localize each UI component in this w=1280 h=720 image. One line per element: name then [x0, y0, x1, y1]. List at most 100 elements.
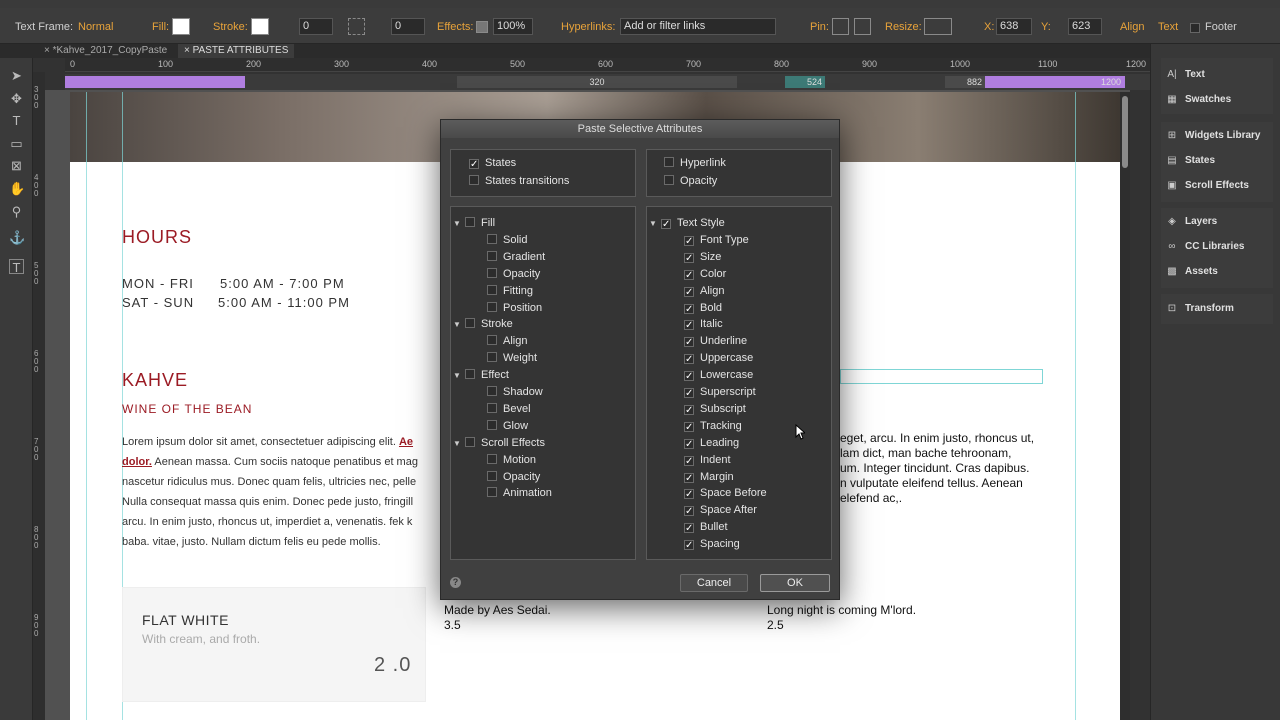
checkbox[interactable]: [465, 369, 475, 380]
checkbox[interactable]: [487, 250, 497, 261]
resize-icon[interactable]: [924, 18, 952, 35]
option-hyperlink[interactable]: Hyperlink: [664, 155, 726, 171]
text-attr-bold[interactable]: ✓ Bold: [684, 300, 722, 316]
attr-fill[interactable]: ▼ Fill: [453, 215, 495, 231]
text-attr-spacing[interactable]: ✓ Spacing: [684, 536, 740, 552]
text-attr-underline[interactable]: ✓ Underline: [684, 333, 747, 349]
checkbox[interactable]: [487, 284, 497, 295]
effects-icon[interactable]: [476, 21, 488, 33]
text-attr-color[interactable]: ✓ Color: [684, 266, 726, 282]
attr-stroke[interactable]: ▼ Stroke: [453, 316, 513, 332]
checkbox[interactable]: [465, 436, 475, 447]
align-link[interactable]: Align: [1120, 21, 1144, 33]
checkbox[interactable]: ✓: [684, 489, 694, 500]
checkbox[interactable]: ✓: [684, 269, 694, 280]
option-opacity[interactable]: Opacity: [664, 173, 717, 189]
checkbox[interactable]: [487, 267, 497, 278]
corner-radius-input[interactable]: 0: [391, 18, 425, 35]
checkbox[interactable]: ✓: [684, 388, 694, 399]
breakpoint-524[interactable]: 524: [785, 76, 825, 88]
hand-tool-icon[interactable]: ✋: [9, 181, 25, 196]
checkbox[interactable]: ✓: [684, 252, 694, 263]
tab-paste-attributes[interactable]: × PASTE ATTRIBUTES: [178, 44, 295, 58]
checkbox[interactable]: [664, 175, 674, 185]
breakpoint-mid[interactable]: 320: [457, 76, 737, 88]
panel-item-transform[interactable]: ⊡ Transform: [1165, 302, 1234, 316]
attr-effect[interactable]: ▼ Effect: [453, 367, 509, 383]
text-attr-lowercase[interactable]: ✓ Lowercase: [684, 367, 753, 383]
checkbox[interactable]: ✓: [684, 472, 694, 483]
text-attr-uppercase[interactable]: ✓ Uppercase: [684, 350, 753, 366]
crop-tool-icon[interactable]: ✥: [9, 91, 24, 106]
attr-gradient[interactable]: Gradient: [487, 249, 545, 265]
breakpoint-segment-left[interactable]: [65, 76, 245, 88]
checkbox[interactable]: [487, 453, 497, 464]
checkbox[interactable]: ✓: [684, 438, 694, 449]
checkbox[interactable]: ✓: [684, 540, 694, 551]
checkbox[interactable]: ✓: [684, 506, 694, 517]
stroke-width-input[interactable]: 0: [299, 18, 333, 35]
checkbox[interactable]: [469, 175, 479, 185]
attr-animation[interactable]: Animation: [487, 485, 552, 501]
selection-tool-icon[interactable]: ➤: [9, 68, 24, 83]
checkbox[interactable]: ✓: [684, 320, 694, 331]
attr-motion[interactable]: Motion: [487, 452, 536, 468]
disclosure-triangle-icon[interactable]: ▼: [453, 436, 465, 452]
text-attr-align[interactable]: ✓ Align: [684, 283, 724, 299]
checkbox[interactable]: ✓: [684, 354, 694, 365]
anchor-tool-icon[interactable]: ⚓: [9, 230, 25, 245]
attr-solid[interactable]: Solid: [487, 232, 527, 248]
checkbox[interactable]: [487, 487, 497, 498]
checkbox[interactable]: ✓: [684, 371, 694, 382]
text-attr-space-after[interactable]: ✓ Space After: [684, 502, 757, 518]
panel-item-cc-libraries[interactable]: ∞ CC Libraries: [1165, 240, 1244, 254]
checkbox[interactable]: [487, 386, 497, 396]
y-input[interactable]: 623: [1068, 18, 1102, 35]
inline-link[interactable]: Ae: [399, 436, 413, 448]
fill-swatch[interactable]: [172, 18, 190, 35]
checkbox[interactable]: ✓: [684, 286, 694, 297]
checkbox[interactable]: ✓: [684, 404, 694, 415]
checkbox[interactable]: [487, 352, 497, 363]
help-icon[interactable]: ?: [450, 577, 461, 588]
attr-position[interactable]: Position: [487, 300, 542, 316]
panel-item-layers[interactable]: ◈ Layers: [1165, 215, 1217, 229]
attr-bevel[interactable]: Bevel: [487, 401, 531, 417]
attr-scroll-effects[interactable]: ▼ Scroll Effects: [453, 435, 545, 451]
canvas-scrollbar[interactable]: [1120, 92, 1130, 720]
attr-glow[interactable]: Glow: [487, 418, 528, 434]
checkbox[interactable]: [487, 233, 497, 244]
option-states[interactable]: ✓ States: [469, 155, 516, 171]
selected-text-frame[interactable]: [840, 369, 1043, 384]
corner-icon[interactable]: [348, 18, 365, 35]
disclosure-triangle-icon[interactable]: ▼: [453, 317, 465, 333]
attr-shadow[interactable]: Shadow: [487, 384, 543, 400]
panel-item-text[interactable]: A| Text: [1165, 68, 1204, 82]
breakpoint-1200[interactable]: 1200: [985, 76, 1125, 88]
checkbox[interactable]: [465, 318, 475, 329]
stroke-swatch[interactable]: [251, 18, 269, 35]
checkbox[interactable]: ✓: [661, 219, 671, 230]
checkbox[interactable]: [487, 419, 497, 430]
text-attr-italic[interactable]: ✓ Italic: [684, 316, 723, 332]
text-attr-indent[interactable]: ✓ Indent: [684, 452, 731, 468]
checkbox[interactable]: [487, 470, 497, 481]
checkbox[interactable]: [487, 335, 497, 346]
scroll-thumb[interactable]: [1122, 96, 1128, 168]
option-states-transitions[interactable]: States transitions: [469, 173, 569, 189]
checkbox[interactable]: [664, 157, 674, 167]
panel-item-states[interactable]: ▤ States: [1165, 154, 1215, 168]
attr-fitting[interactable]: Fitting: [487, 283, 533, 299]
attr-opacity[interactable]: Opacity: [487, 266, 540, 282]
inline-link[interactable]: dolor.: [122, 456, 152, 468]
text-frame-icon[interactable]: T: [9, 259, 24, 275]
text-link[interactable]: Text: [1158, 21, 1178, 33]
panel-item-swatches[interactable]: ▦ Swatches: [1165, 93, 1231, 107]
tab-kahve[interactable]: × *Kahve_2017_CopyPaste: [38, 44, 173, 58]
checkbox[interactable]: [487, 402, 497, 413]
zoom-tool-icon[interactable]: ⚲: [9, 204, 24, 219]
text-attr-bullet[interactable]: ✓ Bullet: [684, 519, 728, 535]
breakpoint-882[interactable]: 882: [945, 76, 985, 88]
checkbox[interactable]: ✓: [684, 455, 694, 466]
checkbox[interactable]: ✓: [684, 303, 694, 314]
